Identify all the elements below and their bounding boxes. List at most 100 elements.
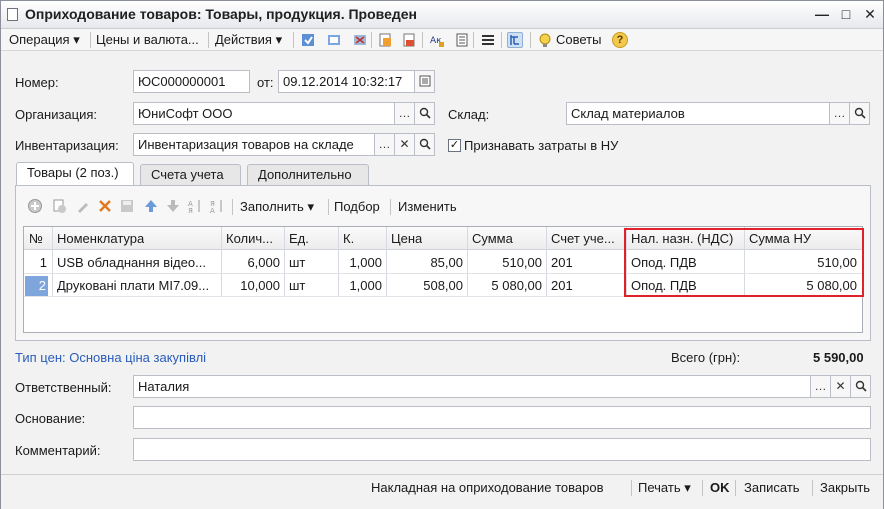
- post-icon[interactable]: [326, 32, 342, 48]
- tips-button[interactable]: Советы: [556, 32, 601, 47]
- number-field[interactable]: ЮС000000001: [133, 70, 250, 93]
- toolbar-separator: [473, 32, 474, 48]
- move-up-icon[interactable]: [143, 198, 159, 214]
- select-button[interactable]: Подбор: [334, 199, 380, 214]
- move-down-icon[interactable]: [165, 198, 181, 214]
- help-icon[interactable]: ?: [612, 32, 628, 48]
- column-header-price[interactable]: Цена: [391, 231, 422, 246]
- responsible-open-icon[interactable]: [850, 375, 871, 398]
- toolbar-separator: [501, 32, 502, 48]
- responsible-clear-icon[interactable]: ✕: [830, 375, 851, 398]
- highlight-frame: [624, 228, 864, 297]
- warehouse-select-button[interactable]: …: [829, 102, 850, 125]
- print-menu[interactable]: Печать ▾: [638, 480, 691, 496]
- organization-open-icon[interactable]: [414, 102, 435, 125]
- organization-field[interactable]: ЮниСофт ООО: [133, 102, 395, 125]
- cell-price[interactable]: 85,00: [387, 255, 463, 270]
- operation-menu[interactable]: Операция ▾: [9, 32, 80, 48]
- comment-label: Комментарий:: [15, 443, 101, 458]
- tab-accounts[interactable]: Счета учета: [140, 164, 241, 185]
- inventory-open-icon[interactable]: [414, 133, 435, 156]
- save-button[interactable]: Записать: [744, 480, 800, 495]
- calendar-icon[interactable]: [414, 70, 435, 93]
- add-row-icon[interactable]: [27, 198, 43, 214]
- svg-text:А: А: [210, 207, 215, 214]
- warehouse-field[interactable]: Склад материалов: [566, 102, 830, 125]
- toolbar-separator: [208, 32, 209, 48]
- end-edit-icon[interactable]: [119, 198, 135, 214]
- document-window: Оприходование товаров: Товары, продукция…: [0, 0, 884, 509]
- toolbar-separator: [422, 32, 423, 48]
- cell-account[interactable]: 201: [551, 278, 623, 293]
- cell-coefficient[interactable]: 1,000: [339, 255, 382, 270]
- toolbar-separator: [390, 199, 391, 215]
- cell-quantity[interactable]: 10,000: [222, 278, 280, 293]
- inventory-field[interactable]: Инвентаризация товаров на складе: [133, 133, 375, 156]
- price-type-link[interactable]: Тип цен: Основна ціна закупівлі: [15, 350, 206, 365]
- inventory-clear-icon[interactable]: ✕: [394, 133, 415, 156]
- cell-nomenclature[interactable]: Друковані плати MI7.09...: [57, 278, 217, 293]
- prices-currency-button[interactable]: Цены и валюта...: [96, 32, 199, 47]
- actions-menu[interactable]: Действия ▾: [215, 32, 282, 48]
- cell-nomenclature[interactable]: USB обладнання відео...: [57, 255, 217, 270]
- organization-select-button[interactable]: …: [394, 102, 415, 125]
- basis-field[interactable]: [133, 406, 871, 429]
- tab-additional[interactable]: Дополнительно: [247, 164, 369, 185]
- responsible-select-button[interactable]: …: [810, 375, 831, 398]
- total-value: 5 590,00: [813, 350, 864, 365]
- sort-desc-icon[interactable]: ЯА: [209, 198, 225, 215]
- column-header-account[interactable]: Счет уче...: [551, 231, 615, 246]
- create-based-on-icon[interactable]: [377, 32, 393, 48]
- warehouse-open-icon[interactable]: [849, 102, 870, 125]
- comment-field[interactable]: [133, 438, 871, 461]
- maximize-button[interactable]: □: [837, 6, 855, 22]
- fill-menu[interactable]: Заполнить ▾: [240, 199, 314, 215]
- toolbar-separator: [232, 199, 233, 215]
- toolbar-separator: [371, 32, 372, 48]
- close-window-button[interactable]: ✕: [861, 6, 879, 22]
- cell-price[interactable]: 508,00: [387, 278, 463, 293]
- close-button[interactable]: Закрыть: [820, 480, 870, 495]
- dt-kt-icon[interactable]: Ак: [429, 32, 445, 48]
- column-header-number[interactable]: №: [29, 231, 43, 246]
- ok-button[interactable]: OK: [710, 480, 730, 495]
- cell-sum[interactable]: 5 080,00: [468, 278, 542, 293]
- cell-account[interactable]: 201: [551, 255, 623, 270]
- cell-unit[interactable]: шт: [289, 278, 334, 293]
- column-header-quantity[interactable]: Колич...: [226, 231, 273, 246]
- toolbar-separator: [328, 199, 329, 215]
- cell-quantity[interactable]: 6,000: [222, 255, 280, 270]
- inventory-label: Инвентаризация:: [15, 138, 119, 153]
- structure-icon[interactable]: [401, 32, 417, 48]
- toolbar-separator: [735, 480, 736, 496]
- column-header-sum[interactable]: Сумма: [472, 231, 513, 246]
- tab-goods[interactable]: Товары (2 поз.): [16, 162, 134, 186]
- column-header-coefficient[interactable]: К.: [343, 231, 354, 246]
- basis-label: Основание:: [15, 411, 86, 426]
- inventory-select-button[interactable]: …: [374, 133, 395, 156]
- minimize-button[interactable]: —: [813, 6, 831, 22]
- column-header-nomenclature[interactable]: Номенклатура: [57, 231, 144, 246]
- date-field[interactable]: 09.12.2014 10:32:17: [278, 70, 415, 93]
- change-button[interactable]: Изменить: [398, 199, 457, 214]
- nu-expenses-checkbox[interactable]: ✓: [448, 139, 461, 152]
- unpost-icon[interactable]: [352, 32, 368, 48]
- column-header-unit[interactable]: Ед.: [289, 231, 309, 246]
- list-settings-icon[interactable]: [480, 32, 496, 48]
- dropdown-arrow-icon: ▾: [307, 199, 314, 214]
- responsible-label: Ответственный:: [15, 380, 112, 395]
- cell-coefficient[interactable]: 1,000: [339, 278, 382, 293]
- waybill-print-button[interactable]: Накладная на оприходование товаров: [371, 480, 603, 495]
- post-and-close-icon[interactable]: [300, 32, 316, 48]
- report-icon[interactable]: [454, 32, 470, 48]
- delete-row-icon[interactable]: [97, 198, 113, 214]
- copy-row-icon[interactable]: [51, 198, 67, 214]
- total-label: Всего (грн):: [671, 350, 741, 365]
- cell-unit[interactable]: шт: [289, 255, 334, 270]
- edit-row-icon[interactable]: [75, 198, 91, 214]
- cell-sum[interactable]: 510,00: [468, 255, 542, 270]
- toolbar-separator: [702, 480, 703, 496]
- responsible-field[interactable]: Наталия: [133, 375, 811, 398]
- hierarchy-toggle-icon[interactable]: [507, 32, 523, 48]
- sort-asc-icon[interactable]: АЯ: [187, 198, 203, 215]
